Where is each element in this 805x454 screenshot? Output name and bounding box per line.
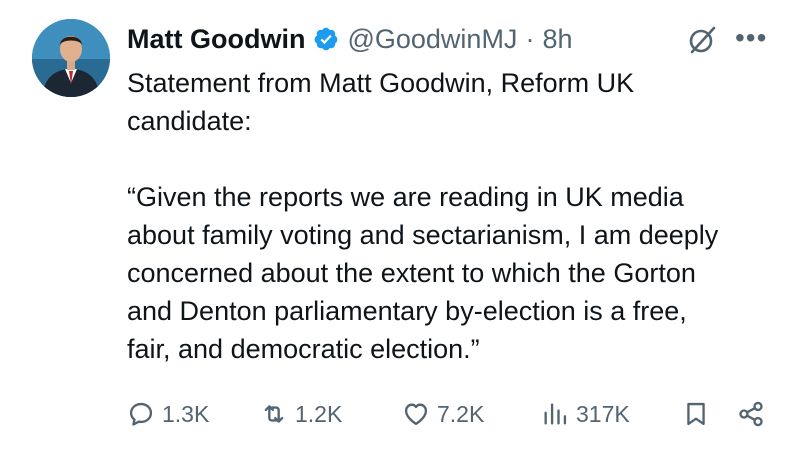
tweet[interactable]: Matt Goodwin @GoodwinMJ · 8h ••• Stateme…: [0, 0, 805, 454]
reply-button[interactable]: 1.3K: [127, 394, 209, 434]
bookmark-button[interactable]: [682, 394, 710, 434]
repost-count: 1.2K: [295, 400, 343, 427]
tweet-text-line: fair, and democratic election.”: [127, 334, 480, 364]
repost-button[interactable]: 1.2K: [260, 394, 342, 434]
separator-dot: ·: [525, 24, 535, 54]
tweet-text-line: and Denton parliamentary by-election is …: [127, 296, 687, 326]
timestamp[interactable]: 8h: [542, 22, 572, 56]
action-bar: 1.3K 1.2K 7.2K 317K: [127, 394, 777, 434]
paragraph-break: [127, 140, 792, 178]
more-icon[interactable]: •••: [735, 24, 767, 52]
tweet-text-line: concerned about the extent to which the …: [127, 258, 696, 288]
grok-icon[interactable]: [687, 25, 717, 55]
share-icon: [739, 401, 763, 427]
tweet-text: Statement from Matt Goodwin, Reform UK c…: [127, 64, 792, 368]
avatar[interactable]: [32, 19, 110, 97]
tweet-text-line: “Given the reports we are reading in UK …: [127, 182, 684, 212]
reply-icon: [129, 402, 153, 426]
verified-badge-icon: [313, 26, 339, 52]
author-name[interactable]: Matt Goodwin: [127, 22, 305, 56]
heart-icon: [404, 403, 428, 426]
tweet-header: Matt Goodwin @GoodwinMJ · 8h: [127, 22, 572, 56]
views-icon: [544, 403, 567, 425]
tweet-text-line: candidate:: [127, 106, 252, 136]
views-count: 317K: [576, 400, 630, 427]
retweet-icon: [264, 405, 284, 423]
like-count: 7.2K: [437, 400, 485, 427]
like-button[interactable]: 7.2K: [402, 394, 484, 434]
author-handle[interactable]: @GoodwinMJ: [347, 22, 517, 56]
tweet-text-line: about family voting and sectarianism, I …: [127, 220, 719, 250]
share-button[interactable]: [737, 394, 765, 434]
tweet-text-line: Statement from Matt Goodwin, Reform UK: [127, 68, 635, 98]
bookmark-icon: [687, 402, 705, 426]
reply-count: 1.3K: [162, 400, 210, 427]
views-button[interactable]: 317K: [541, 394, 630, 434]
avatar-photo: [32, 19, 110, 97]
